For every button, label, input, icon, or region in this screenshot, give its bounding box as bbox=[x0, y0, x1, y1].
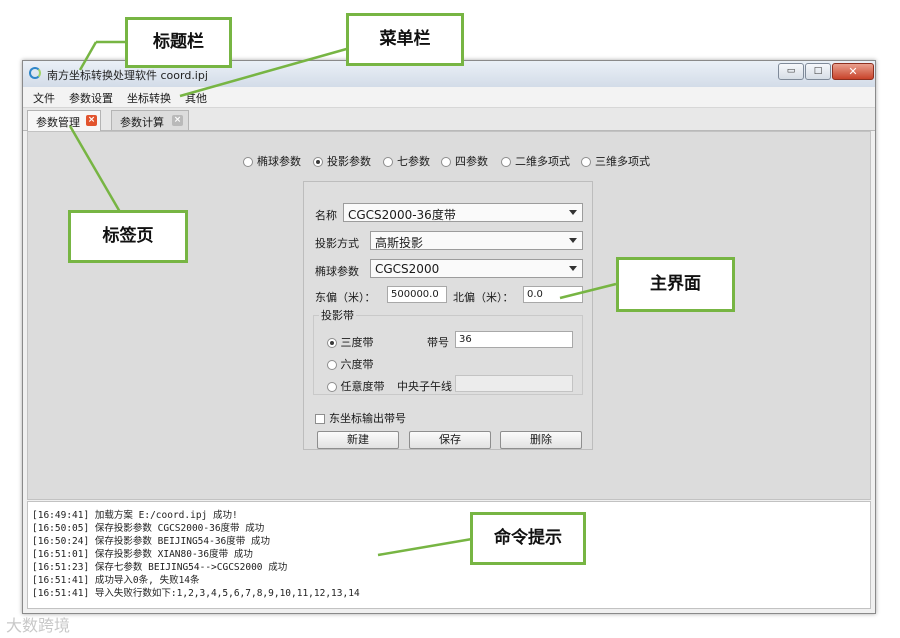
connector-command-prompt bbox=[377, 537, 473, 557]
connector-main-interface bbox=[559, 282, 617, 300]
annotation-connectors bbox=[68, 40, 617, 557]
watermark: 大数跨境 bbox=[6, 616, 71, 635]
callout-menu-bar: 菜单栏 bbox=[346, 13, 464, 66]
connector-tab-page bbox=[68, 125, 122, 213]
callout-title-bar: 标题栏 bbox=[125, 17, 232, 68]
connector-title-bar bbox=[78, 41, 98, 71]
callout-main-interface: 主界面 bbox=[616, 257, 735, 312]
callout-command-prompt: 命令提示 bbox=[470, 512, 586, 565]
callout-tab-page: 标签页 bbox=[68, 210, 188, 263]
